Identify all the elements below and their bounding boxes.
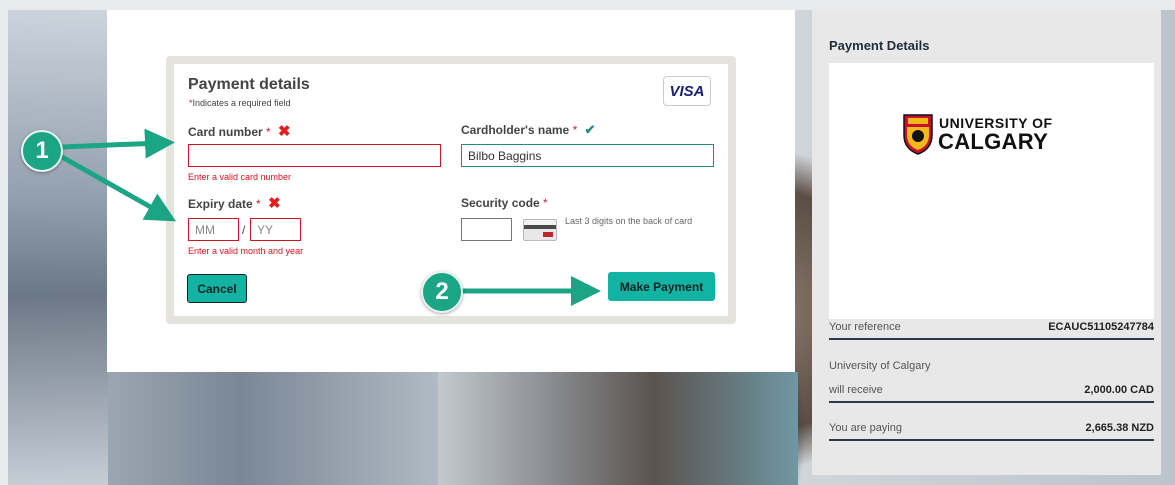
receive-amount: 2,000.00 CAD [1084,384,1154,396]
receive-divider [829,401,1154,403]
university-logo-box [829,63,1154,319]
paying-amount: 2,665.38 NZD [1085,422,1154,434]
logo-text-bottom: CALGARY [938,129,1049,154]
callout-1: 1 [21,130,63,172]
paying-divider [829,439,1154,441]
university-crest-icon [903,114,933,155]
payment-summary-panel: Payment Details UNIVERSITY OF CALGARY Yo… [812,10,1161,475]
payee-receive-label: will receive [829,384,883,396]
payee-name: University of Calgary [829,360,931,372]
callout-2: 2 [421,271,463,313]
arrow-to-expiry [60,154,177,222]
reference-divider [829,338,1154,340]
reference-value: ECAUC51105247784 [1048,321,1154,333]
summary-title: Payment Details [829,38,930,53]
paying-label: You are paying [829,422,902,434]
arrow-to-card-number [61,128,175,159]
reference-label: Your reference [829,321,901,333]
